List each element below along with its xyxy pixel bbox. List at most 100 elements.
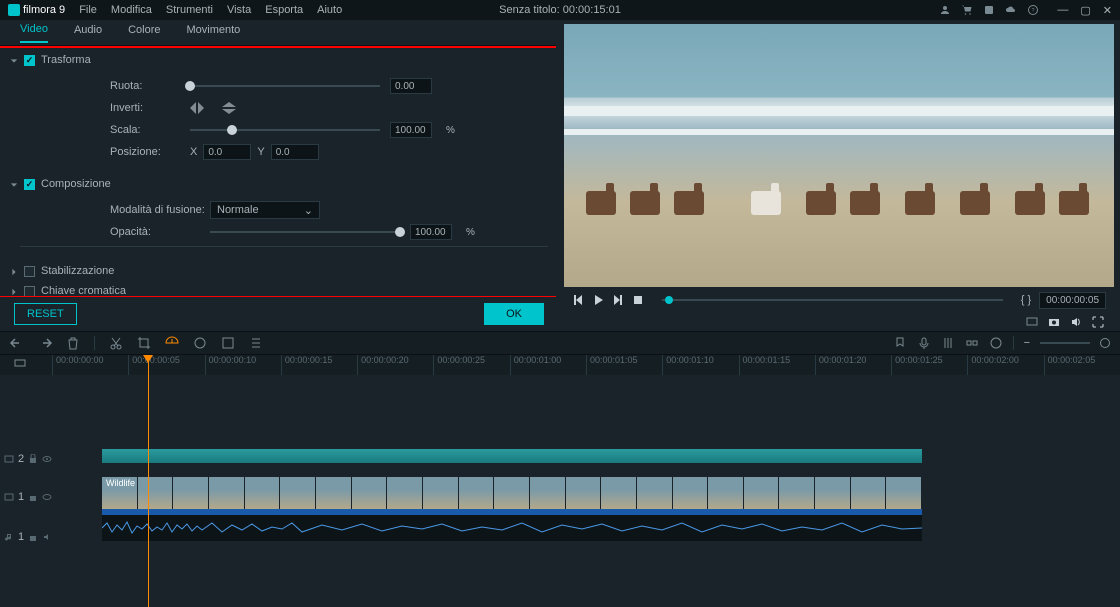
crop-icon[interactable] [137,336,151,350]
fx-clip[interactable] [102,449,922,463]
zoom-out-icon[interactable]: − [1024,337,1030,349]
scale-input[interactable] [390,122,432,138]
tab-color[interactable]: Colore [128,24,160,42]
cut-icon[interactable] [109,336,123,350]
scrub-bar[interactable] [662,299,1003,301]
fullscreen-icon[interactable] [1092,316,1104,328]
render-icon[interactable] [989,336,1003,350]
next-frame-icon[interactable] [612,294,624,306]
transform-title: Trasforma [41,54,91,66]
section-transform-header[interactable]: Trasforma [10,50,548,70]
mic-icon[interactable] [917,336,931,350]
pos-y-label: Y [257,146,264,158]
frame-nav[interactable]: { } [1021,294,1031,306]
link-icon[interactable] [965,336,979,350]
menu-help[interactable]: Aiuto [317,4,342,16]
pos-x-input[interactable] [203,144,251,160]
section-composition-header[interactable]: Composizione [10,174,548,194]
scale-label: Scala: [110,124,190,136]
menu-edit[interactable]: Modifica [111,4,152,16]
lock-icon[interactable] [28,532,38,542]
help-icon[interactable]: ? [1027,4,1039,16]
scale-slider[interactable] [190,129,380,131]
rotate-input[interactable] [390,78,432,94]
marker-icon[interactable] [893,336,907,350]
section-stabilization-header[interactable]: Stabilizzazione [10,261,548,281]
chevron-right-icon [10,287,18,295]
section-chromakey-header[interactable]: Chiave cromatica [10,281,548,297]
chromakey-checkbox[interactable] [24,286,35,297]
menu-export[interactable]: Esporta [265,4,303,16]
speed-icon[interactable] [165,336,179,350]
zoom-in-icon[interactable] [1100,338,1110,348]
minimize-button[interactable]: — [1057,4,1068,17]
lock-icon[interactable] [28,454,38,464]
opacity-slider[interactable] [210,231,400,233]
preview-canvas[interactable] [564,24,1114,287]
menu-file[interactable]: File [79,4,97,16]
transform-checkbox[interactable] [24,55,35,66]
ruler-tick: 00:00:01:05 [586,355,662,375]
cart-icon[interactable] [961,4,973,16]
maximize-button[interactable]: ▢ [1080,4,1090,17]
timeline: 00:00:00:00 00:00:00:05 00:00:00:10 00:0… [0,355,1120,607]
green-screen-icon[interactable] [221,336,235,350]
ruler-tick: 00:00:00:25 [433,355,509,375]
redo-icon[interactable] [38,336,52,350]
rotate-label: Ruota: [110,80,190,92]
ruler-tick: 00:00:02:05 [1044,355,1120,375]
adjust-icon[interactable] [249,336,263,350]
video-clip[interactable] [102,477,922,509]
properties-panel: Video Audio Colore Movimento Trasforma R… [0,20,556,331]
menubar: filmora 9 File Modifica Strumenti Vista … [0,0,1120,20]
snapshot-icon[interactable] [1048,316,1060,328]
pos-y-input[interactable] [271,144,319,160]
undo-icon[interactable] [10,336,24,350]
menu-view[interactable]: Vista [227,4,251,16]
close-button[interactable]: ✕ [1103,4,1112,17]
cloud-icon[interactable] [1005,4,1017,16]
user-icon[interactable] [939,4,951,16]
display-icon[interactable] [1026,316,1038,328]
prev-frame-icon[interactable] [572,294,584,306]
color-icon[interactable] [193,336,207,350]
composition-checkbox[interactable] [24,179,35,190]
flip-vertical-icon[interactable] [222,102,236,114]
logo-icon [8,4,20,16]
menu-tools[interactable]: Strumenti [166,4,213,16]
tab-audio[interactable]: Audio [74,24,102,42]
save-icon[interactable] [983,4,995,16]
tab-video[interactable]: Video [20,23,48,43]
track-audio[interactable]: 1 [0,527,1120,547]
chevron-right-icon [10,267,18,275]
track-video-num: 1 [18,491,24,503]
delete-icon[interactable] [66,336,80,350]
upper-area: Video Audio Colore Movimento Trasforma R… [0,20,1120,331]
opacity-input[interactable] [410,224,452,240]
chevron-down-icon: ⌄ [304,204,313,217]
eye-icon[interactable] [42,454,52,464]
preview-panel: { } 00:00:00:05 [556,20,1120,331]
reset-button[interactable]: RESET [14,303,77,325]
play-icon[interactable] [592,294,604,306]
lock-icon[interactable] [28,492,38,502]
track-video[interactable]: 1 [0,477,1120,517]
position-label: Posizione: [110,146,190,158]
opacity-unit: % [466,227,475,238]
track-fx[interactable]: 2 [0,449,1120,469]
mixer-icon[interactable] [941,336,955,350]
rotate-slider[interactable] [190,85,380,87]
zoom-slider[interactable] [1040,342,1090,344]
add-track-icon[interactable] [14,357,26,369]
ruler-tick: 00:00:01:20 [815,355,891,375]
flip-horizontal-icon[interactable] [190,102,204,114]
tab-motion[interactable]: Movimento [186,24,240,42]
blend-select[interactable]: Normale ⌄ [210,201,320,219]
mute-icon[interactable] [42,532,52,542]
eye-icon[interactable] [42,492,52,502]
stabilization-checkbox[interactable] [24,266,35,277]
volume-icon[interactable] [1070,316,1082,328]
stop-icon[interactable] [632,294,644,306]
timeline-ruler[interactable]: 00:00:00:00 00:00:00:05 00:00:00:10 00:0… [0,355,1120,375]
ok-button[interactable]: OK [484,303,544,325]
